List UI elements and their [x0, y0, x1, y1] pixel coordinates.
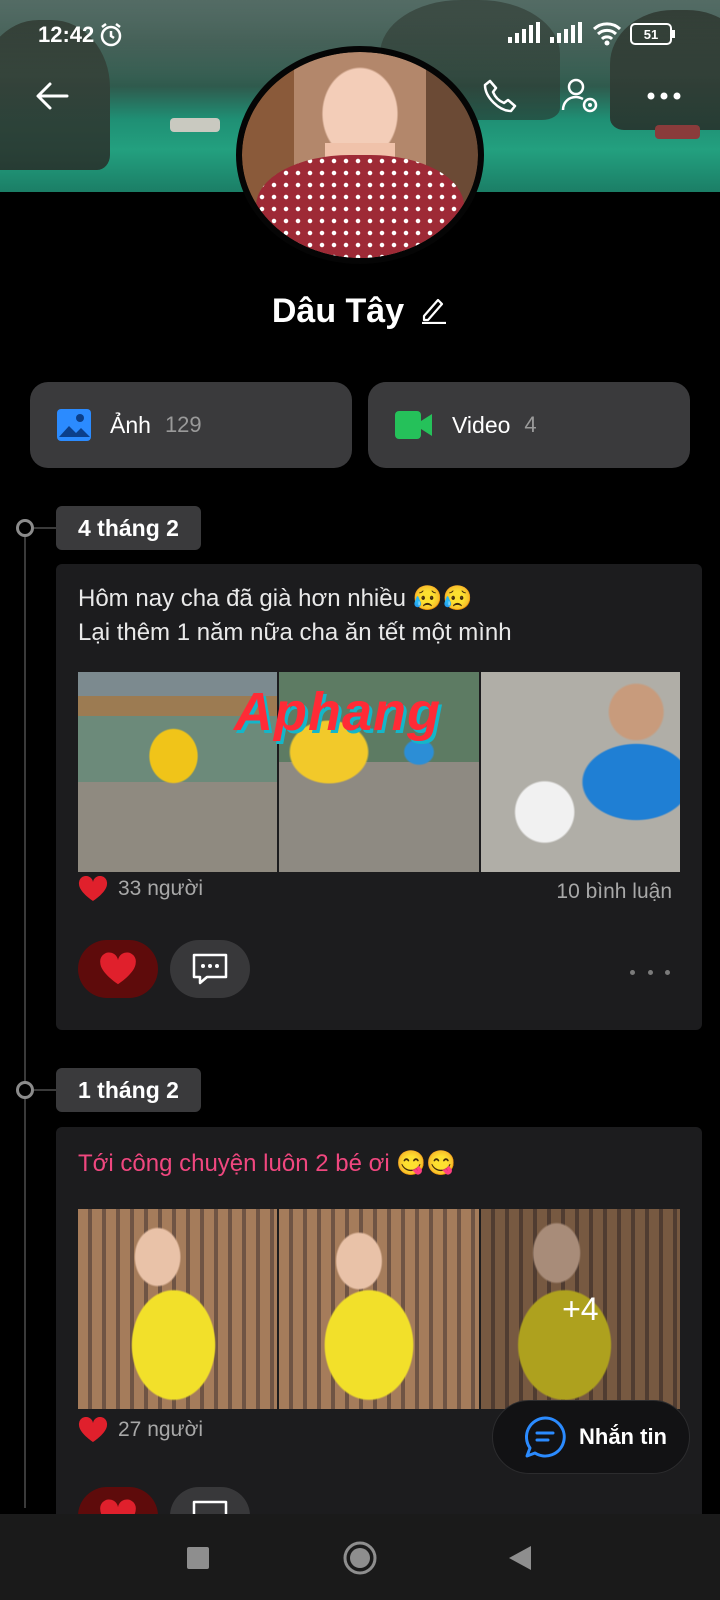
timeline-dot	[16, 519, 34, 537]
timeline-connector	[34, 1089, 56, 1091]
edit-name-button[interactable]	[420, 294, 448, 329]
image-icon	[57, 409, 91, 441]
post-photo[interactable]	[279, 1209, 479, 1409]
profile-settings-button[interactable]	[556, 72, 604, 120]
more-icon-dot	[665, 969, 670, 975]
photos-tile[interactable]: Ảnh 129	[30, 382, 352, 468]
post-likes[interactable]: 33 người	[78, 876, 203, 902]
post-likes-count: 27 người	[118, 1418, 204, 1441]
more-icon-dot	[647, 969, 653, 975]
back-button[interactable]	[28, 72, 76, 120]
post-text: Tới công chuyện luôn 2 bé ơi 😋😋	[78, 1150, 457, 1177]
timeline-dot	[16, 1081, 34, 1099]
post-photo[interactable]	[78, 1209, 278, 1409]
battery-icon: 51	[630, 23, 676, 50]
timeline-connector	[34, 527, 56, 529]
back-arrow-icon	[36, 82, 69, 110]
more-icon-dot	[630, 969, 635, 975]
back-nav-button[interactable]	[498, 1536, 542, 1580]
more-photos-overlay[interactable]: +4	[480, 1209, 680, 1409]
battery-level: 51	[644, 27, 658, 42]
system-nav-bar	[0, 1514, 720, 1600]
recents-button[interactable]	[176, 1536, 220, 1580]
timeline-line	[24, 528, 26, 1508]
post-text-line-1: Hôm nay cha đã già hơn nhiều 😥😥	[78, 585, 473, 612]
post-photo[interactable]: +4	[480, 1209, 680, 1409]
photos-label: Ảnh	[110, 411, 151, 438]
watermark: Aphang	[234, 682, 441, 742]
avatar[interactable]	[236, 46, 484, 264]
more-icon	[647, 92, 681, 100]
photos-count: 129	[164, 412, 202, 437]
avatar-photo	[242, 52, 478, 258]
post-date-badge: 4 tháng 2	[56, 506, 201, 550]
signal-icon-2	[550, 22, 584, 49]
post-likes[interactable]: 27 người	[78, 1417, 203, 1443]
post-text-line-2: Lại thêm 1 năm nữa cha ăn tết một mình	[78, 619, 512, 646]
message-button-label: Nhắn tin	[579, 1424, 667, 1449]
wifi-icon	[592, 20, 622, 51]
call-button[interactable]	[476, 72, 524, 120]
post-photo[interactable]	[480, 672, 680, 872]
post-photo-grid: +4	[78, 1209, 680, 1409]
profile-name: Dâu Tây	[271, 292, 405, 330]
user-settings-icon	[561, 78, 598, 113]
videos-tile[interactable]: Video 4	[368, 382, 690, 468]
home-button[interactable]	[338, 1536, 382, 1580]
heart-icon	[78, 1417, 108, 1442]
phone-icon	[483, 79, 517, 113]
post-text: Hôm nay cha đã già hơn nhiều 😥😥 Lại thêm…	[78, 582, 512, 650]
signal-icon	[508, 22, 542, 49]
circle-icon	[343, 1541, 377, 1575]
triangle-back-icon	[509, 1546, 531, 1570]
post-more-button[interactable]	[630, 962, 670, 982]
post-date-badge: 1 tháng 2	[56, 1068, 201, 1112]
video-icon	[395, 411, 432, 439]
heart-icon	[100, 952, 136, 985]
message-button[interactable]: Nhắn tin	[492, 1400, 690, 1474]
comment-button[interactable]	[170, 940, 250, 998]
more-button[interactable]	[640, 72, 688, 120]
square-icon	[187, 1547, 209, 1569]
like-button[interactable]	[78, 940, 158, 998]
comment-icon	[192, 953, 228, 985]
post-comments-count[interactable]: 10 bình luận	[556, 880, 672, 904]
message-icon	[525, 1416, 566, 1458]
profile-name-row: Dâu Tây	[0, 292, 720, 331]
videos-count: 4	[524, 412, 537, 437]
status-time: 12:42	[38, 22, 95, 47]
edit-icon	[422, 298, 447, 325]
heart-icon	[78, 876, 108, 901]
post-card[interactable]: Hôm nay cha đã già hơn nhiều 😥😥 Lại thêm…	[56, 564, 702, 1030]
alarm-icon	[98, 22, 124, 53]
videos-label: Video	[452, 411, 511, 438]
post-likes-count: 33 người	[118, 877, 204, 900]
